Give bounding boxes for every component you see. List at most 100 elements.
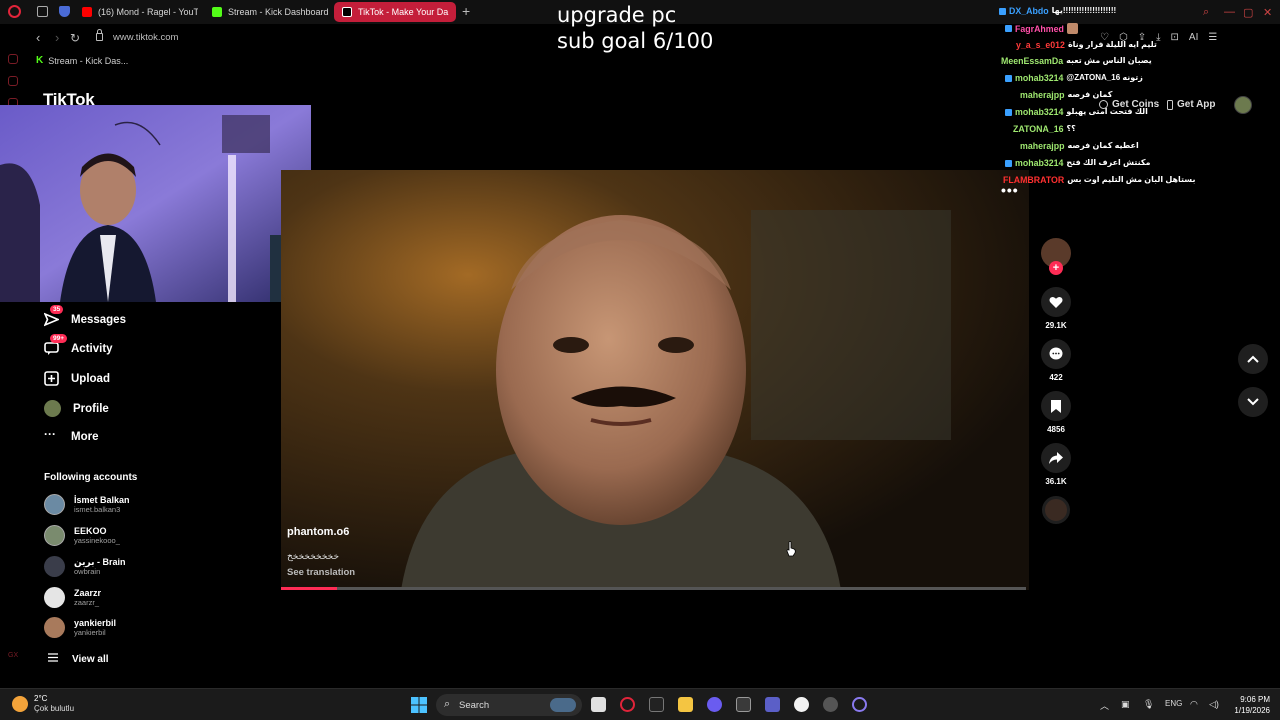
avatar [44, 525, 65, 546]
tab-tiktok[interactable]: TikTok - Make Your Da [334, 2, 456, 22]
chat-text: ؟؟ [1066, 124, 1076, 133]
tab-label: Stream - Kick Dashboard [228, 7, 329, 17]
chat-user: maherajpp [1020, 90, 1065, 100]
phone-icon [1167, 99, 1173, 110]
url-field[interactable]: www.tiktok.com [113, 32, 178, 43]
weather-widget[interactable]: 2°C Çok bulutlu [12, 694, 74, 714]
weather-icon [12, 696, 28, 712]
video-frame [281, 170, 1029, 590]
epic-games-icon[interactable] [649, 697, 664, 712]
badge-icon [1005, 159, 1012, 167]
following-account[interactable]: İsmet Balkan ismet.balkan3 [44, 494, 130, 515]
user-avatar[interactable] [1234, 96, 1252, 114]
following-account[interactable]: برين - Brain owbrain [44, 556, 125, 577]
new-tab-button[interactable]: + [462, 4, 470, 18]
previous-video-button[interactable] [1238, 344, 1268, 374]
avatar [44, 556, 65, 577]
wifi-icon[interactable]: ◠ [1190, 699, 1198, 710]
follow-plus-icon[interactable]: + [1049, 261, 1063, 275]
opera-gx-icon[interactable] [620, 697, 635, 712]
reload-icon[interactable]: ↻ [70, 31, 80, 45]
copilot-icon[interactable] [707, 697, 722, 712]
shield-icon[interactable] [59, 6, 70, 17]
account-handle: ismet.balkan3 [74, 505, 121, 514]
menu-icon[interactable]: ☰ [1208, 32, 1217, 43]
sidebar-item-label: Profile [73, 402, 109, 415]
video-progress-fill [281, 587, 337, 590]
network-icon[interactable]: ▣ [1121, 699, 1130, 710]
tab-youtube[interactable]: (16) Mond - Ragel - YouTu [74, 2, 198, 22]
close-icon[interactable]: ✕ [1263, 6, 1272, 19]
language-indicator[interactable]: ENG [1165, 699, 1182, 708]
snapshot-icon[interactable]: ⊡ [1171, 32, 1179, 43]
tab-label: (16) Mond - Ragel - YouTu [98, 7, 198, 17]
sidebar-item-activity[interactable]: 99+ Activity [44, 334, 113, 356]
sidebar-item-messages[interactable]: 35 Messages [43, 305, 126, 327]
gx-icon[interactable]: GX [8, 652, 18, 662]
bookmark-kick[interactable]: K Stream - Kick Das... [36, 55, 128, 66]
app-icon[interactable] [823, 697, 838, 712]
webcam-overlay [0, 105, 311, 302]
forward-icon[interactable]: › [55, 31, 59, 45]
video-author[interactable]: phantom.o6 [287, 526, 349, 538]
video-progress-bar[interactable] [281, 587, 1026, 590]
file-explorer-icon[interactable] [678, 697, 693, 712]
view-all-label: View all [72, 653, 109, 665]
like-count: 29.1K [1045, 321, 1067, 330]
back-icon[interactable]: ‹ [36, 31, 40, 45]
following-account[interactable]: Zaarzr zaarzr_ [44, 587, 101, 608]
search-icon: ⌕ [444, 698, 451, 710]
opera-logo-icon[interactable] [8, 5, 21, 18]
weather-temp: 2°C [34, 694, 48, 703]
tab-kick[interactable]: Stream - Kick Dashboard [204, 2, 330, 22]
ai-icon[interactable]: AI [1189, 32, 1198, 43]
sidebar-item-label: Activity [71, 342, 113, 355]
account-name: EEKOO [74, 526, 107, 536]
bookmark-label: Stream - Kick Das... [48, 55, 129, 66]
maximize-icon[interactable]: ▢ [1243, 6, 1253, 19]
video-player[interactable] [281, 170, 1029, 590]
next-video-button[interactable] [1238, 387, 1268, 417]
activity-badge: 99+ [50, 334, 68, 343]
taskbar-search[interactable]: ⌕ Search [436, 694, 582, 716]
sidebar-item-upload[interactable]: Upload [44, 371, 110, 386]
windows-taskbar: 2°C Çok bulutlu ⌕ Search ︿ ▣ 🎙 ENG ◠ ◁) … [0, 688, 1280, 720]
following-account[interactable]: EEKOO yassinekooo_ [44, 525, 120, 546]
microphone-icon[interactable]: 🎙 [1143, 699, 1154, 710]
see-translation-link[interactable]: See translation [287, 567, 355, 578]
save-button[interactable]: 4856 [1041, 391, 1071, 434]
comment-button[interactable]: 422 [1041, 339, 1071, 382]
view-all-button[interactable]: View all [48, 653, 109, 665]
like-button[interactable]: 29.1K [1041, 287, 1071, 330]
share-icon [1041, 443, 1071, 473]
account-handle: yankierbil [74, 628, 106, 637]
windows-start-icon[interactable] [411, 697, 427, 713]
obs-icon[interactable] [852, 697, 867, 712]
bookmark-icon [1041, 391, 1071, 421]
goal-line-1: upgrade pc [557, 3, 677, 27]
comment-count: 422 [1049, 373, 1063, 382]
sidebar-item-profile[interactable]: Profile [44, 400, 109, 417]
chat-user: mohab3214 [1015, 73, 1064, 83]
tray-chevron-icon[interactable]: ︿ [1100, 699, 1109, 712]
messages-badge: 35 [50, 305, 64, 314]
share-button[interactable]: 36.1K [1041, 443, 1071, 486]
search-icon[interactable]: ⌕ [1203, 6, 1209, 19]
sidebar-icon[interactable] [8, 76, 18, 86]
itunes-icon[interactable] [794, 697, 809, 712]
ellipsis-icon: ··· [44, 427, 56, 441]
minimize-icon[interactable]: — [1224, 6, 1235, 18]
volume-icon[interactable]: ◁) [1209, 699, 1219, 710]
sidebar-icon[interactable] [8, 54, 18, 64]
music-disc-icon[interactable] [1042, 496, 1070, 524]
tab-menu-icon[interactable] [37, 6, 48, 17]
task-view-icon[interactable] [591, 697, 606, 712]
get-app-button[interactable]: Get App [1167, 99, 1216, 110]
teams-icon[interactable] [765, 697, 780, 712]
sidebar-item-more[interactable]: ··· More [44, 427, 98, 444]
store-icon[interactable] [736, 697, 751, 712]
avatar [44, 617, 65, 638]
chat-user: y_a_s_e012 [1016, 40, 1065, 50]
following-account[interactable]: yankierbil yankierbil [44, 617, 116, 638]
system-clock[interactable]: 9:06 PM 1/19/2026 [1228, 694, 1270, 716]
